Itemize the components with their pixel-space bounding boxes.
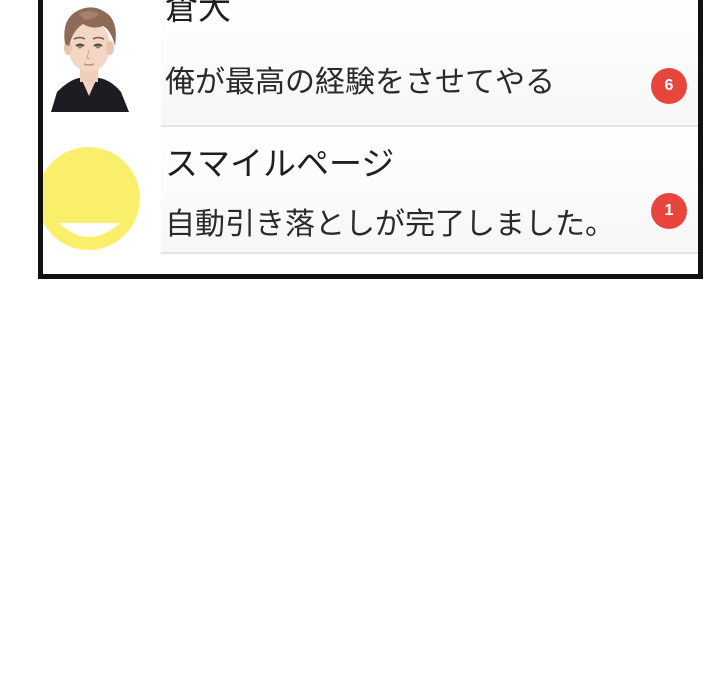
unread-badge: 6 bbox=[651, 68, 687, 104]
contact-name: 倉大 bbox=[165, 0, 231, 27]
chat-list-item[interactable]: 倉大 俺が最高の経験をさせてやる 6 bbox=[43, 0, 698, 127]
smile-face-icon bbox=[43, 147, 140, 250]
message-preview: 自動引き落としが完了しました。 bbox=[165, 207, 615, 242]
row-divider bbox=[161, 252, 698, 254]
unread-badge: 1 bbox=[651, 193, 687, 229]
chat-list-item[interactable]: スマイルページ 自動引き落としが完了しました。 1 bbox=[43, 127, 698, 255]
person-avatar-icon bbox=[49, 0, 129, 112]
message-preview: 俺が最高の経験をさせてやる bbox=[165, 65, 555, 100]
contact-name: スマイルページ bbox=[165, 144, 395, 183]
chat-list-panel: 倉大 俺が最高の経験をさせてやる 6 スマイルページ 自動引き落としが完了しまし… bbox=[38, 0, 703, 279]
